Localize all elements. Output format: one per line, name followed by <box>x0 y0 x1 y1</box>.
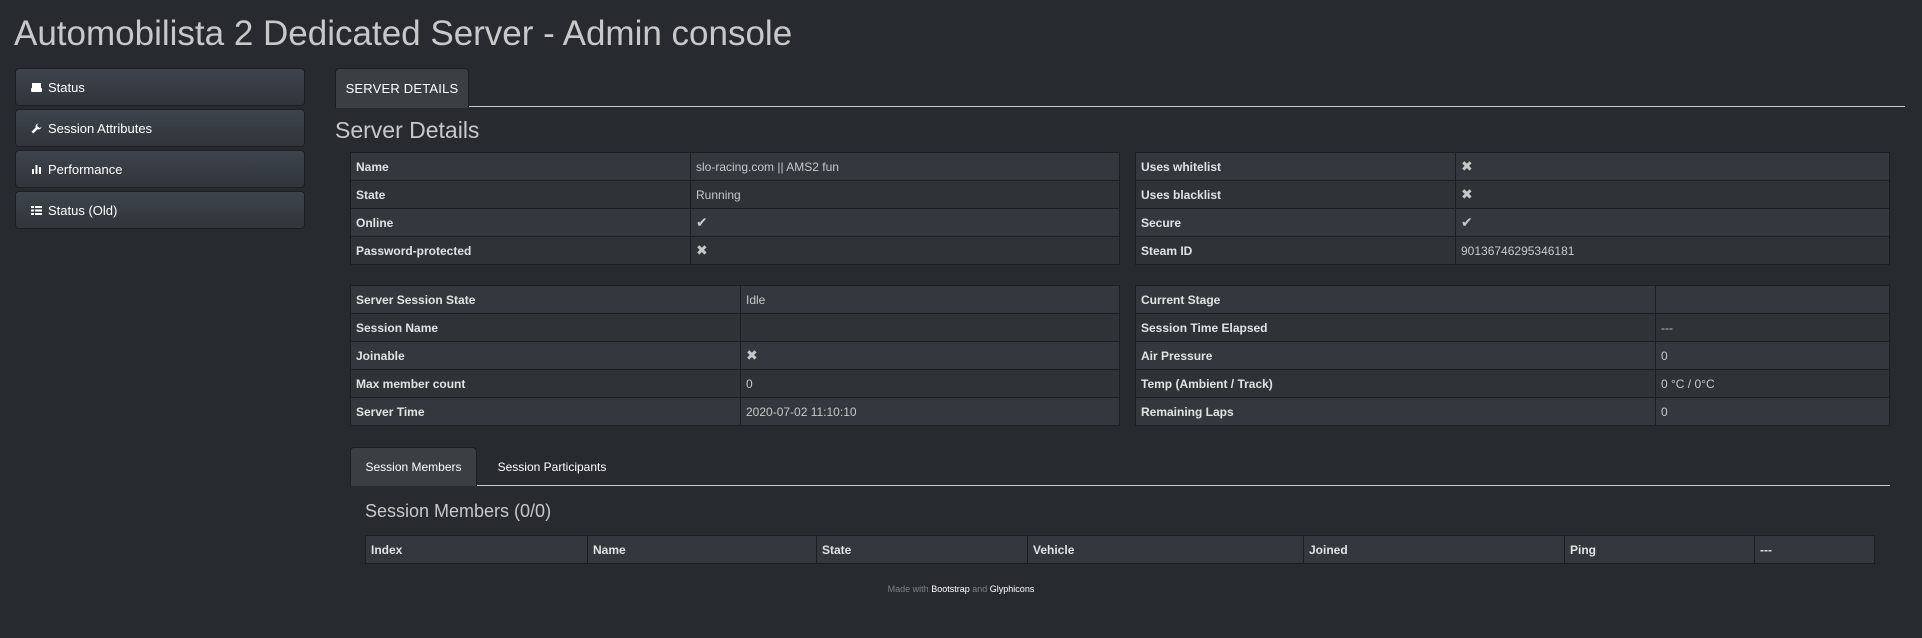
cross-icon: ✖ <box>690 236 1120 265</box>
sidebar-item-label: Session Attributes <box>48 120 153 136</box>
session-tab-bar: Session Members Session Participants <box>350 447 1890 486</box>
table-row: Uses whitelist ✖ <box>1135 152 1890 181</box>
check-icon: ✔ <box>1455 208 1890 237</box>
detail-value: Running <box>690 180 1120 209</box>
detail-value: --- <box>1655 313 1890 342</box>
table-row: Remaining Laps 0 <box>1135 397 1890 426</box>
tab-session-participants[interactable]: Session Participants <box>487 447 617 486</box>
table-row: Session Time Elapsed --- <box>1135 313 1890 342</box>
detail-label: Air Pressure <box>1135 341 1656 370</box>
table-row: Max member count 0 <box>350 369 1120 398</box>
stats-icon <box>31 163 45 175</box>
detail-label: State <box>350 180 691 209</box>
detail-value: Idle <box>740 285 1120 314</box>
detail-label: Session Time Elapsed <box>1135 313 1656 342</box>
members-title: Session Members (0/0) <box>365 501 552 521</box>
cross-icon: ✖ <box>1455 152 1890 181</box>
detail-label: Max member count <box>350 369 741 398</box>
table-row: Air Pressure 0 <box>1135 341 1890 370</box>
table-row: Uses blacklist ✖ <box>1135 180 1890 209</box>
admin-console-page: Automobilista 2 Dedicated Server - Admin… <box>0 0 1922 638</box>
detail-label: Server Time <box>350 397 741 426</box>
top-tab-bar: SERVER DETAILS <box>335 68 1905 108</box>
footer: Made with Bootstrap and Glyphicons <box>0 584 1922 594</box>
bootstrap-link[interactable]: Bootstrap <box>931 584 970 594</box>
table-row: Server Session State Idle <box>350 285 1120 314</box>
detail-label: Uses blacklist <box>1135 180 1456 209</box>
table-row: Temp (Ambient / Track) 0 °C / 0°C <box>1135 369 1890 398</box>
detail-label: Name <box>350 152 691 181</box>
table-row: Online ✔ <box>350 208 1120 237</box>
detail-label: Steam ID <box>1135 236 1456 265</box>
table-row: Password-protected ✖ <box>350 236 1120 265</box>
detail-value: 0 °C / 0°C <box>1655 369 1890 398</box>
detail-label: Session Name <box>350 313 741 342</box>
hdd-icon <box>31 81 45 93</box>
sidebar-item-label: Performance <box>48 161 123 177</box>
table-row: Current Stage <box>1135 285 1890 314</box>
server-details-table-right: Uses whitelist ✖ Uses blacklist ✖ Secure… <box>1135 152 1890 265</box>
detail-label: Remaining Laps <box>1135 397 1656 426</box>
sidebar-item-status-old[interactable]: Status (Old) <box>15 191 305 229</box>
detail-value: slo-racing.com || AMS2 fun <box>690 152 1120 181</box>
detail-label: Password-protected <box>350 236 691 265</box>
column-header[interactable]: Ping <box>1564 535 1755 564</box>
column-header[interactable]: State <box>816 535 1028 564</box>
sidebar: Status Session Attributes Performance St… <box>15 68 305 232</box>
check-icon: ✔ <box>690 208 1120 237</box>
table-header-row: Index Name State Vehicle Joined Ping --- <box>365 535 1875 564</box>
session-table-right: Current Stage Session Time Elapsed --- A… <box>1135 285 1890 426</box>
detail-label: Temp (Ambient / Track) <box>1135 369 1656 398</box>
detail-value: 0 <box>1655 397 1890 426</box>
section-title: Server Details <box>335 117 480 143</box>
glyphicons-link[interactable]: Glyphicons <box>990 584 1035 594</box>
detail-label: Secure <box>1135 208 1456 237</box>
session-table-left: Server Session State Idle Session Name J… <box>350 285 1120 426</box>
table-row: Session Name <box>350 313 1120 342</box>
table-row: State Running <box>350 180 1120 209</box>
column-header[interactable]: Joined <box>1303 535 1565 564</box>
column-header[interactable]: --- <box>1754 535 1875 564</box>
members-table: Index Name State Vehicle Joined Ping --- <box>365 535 1875 564</box>
sidebar-item-label: Status <box>48 79 85 95</box>
main-content: SERVER DETAILS Server Details Name slo-r… <box>335 68 1905 564</box>
list-icon <box>31 204 45 216</box>
cross-icon: ✖ <box>1455 180 1890 209</box>
column-header[interactable]: Index <box>365 535 588 564</box>
server-details-table-left: Name slo-racing.com || AMS2 fun State Ru… <box>350 152 1120 265</box>
page-title: Automobilista 2 Dedicated Server - Admin… <box>14 14 793 53</box>
table-row: Server Time 2020-07-02 11:10:10 <box>350 397 1120 426</box>
table-row: Name slo-racing.com || AMS2 fun <box>350 152 1120 181</box>
sidebar-item-label: Status (Old) <box>48 202 118 218</box>
detail-label: Uses whitelist <box>1135 152 1456 181</box>
sidebar-item-performance[interactable]: Performance <box>15 150 305 188</box>
detail-label: Server Session State <box>350 285 741 314</box>
column-header[interactable]: Name <box>587 535 817 564</box>
sidebar-item-session-attributes[interactable]: Session Attributes <box>15 109 305 147</box>
table-row: Steam ID 90136746295346181 <box>1135 236 1890 265</box>
detail-value <box>1655 285 1890 314</box>
table-row: Joinable ✖ <box>350 341 1120 370</box>
detail-label: Online <box>350 208 691 237</box>
detail-value: 0 <box>740 369 1120 398</box>
footer-text: Made with <box>887 584 929 594</box>
table-row: Secure ✔ <box>1135 208 1890 237</box>
detail-label: Joinable <box>350 341 741 370</box>
tab-session-members[interactable]: Session Members <box>350 447 477 486</box>
footer-text: and <box>972 584 988 594</box>
wrench-icon <box>31 122 45 134</box>
detail-label: Current Stage <box>1135 285 1656 314</box>
cross-icon: ✖ <box>740 341 1120 370</box>
column-header[interactable]: Vehicle <box>1027 535 1304 564</box>
detail-value <box>740 313 1120 342</box>
sidebar-item-status[interactable]: Status <box>15 68 305 106</box>
tab-server-details[interactable]: SERVER DETAILS <box>335 68 469 108</box>
detail-value: 0 <box>1655 341 1890 370</box>
detail-value: 90136746295346181 <box>1455 236 1890 265</box>
detail-value: 2020-07-02 11:10:10 <box>740 397 1120 426</box>
